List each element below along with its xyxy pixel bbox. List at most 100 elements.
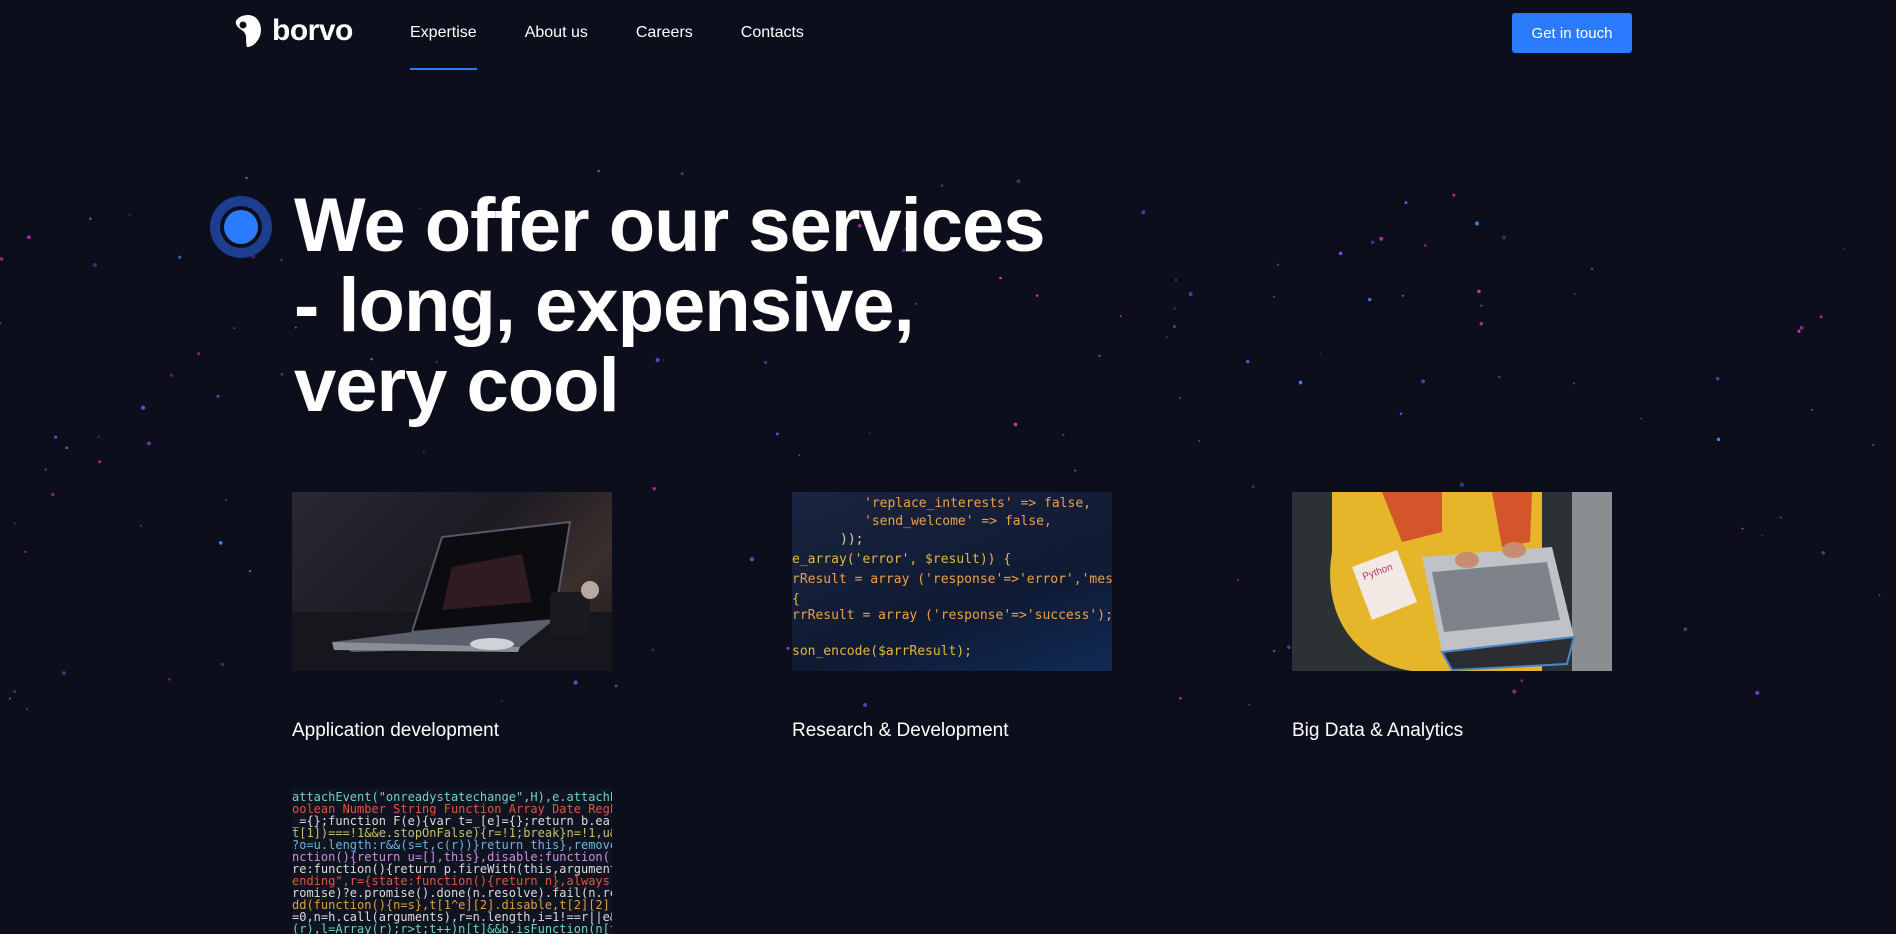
star-particle xyxy=(24,550,27,554)
get-in-touch-button[interactable]: Get in touch xyxy=(1512,13,1632,53)
star-particle xyxy=(1074,469,1077,472)
service-card-big-data-analytics[interactable]: Python Big Data & Analytics xyxy=(1292,492,1612,741)
service-title[interactable]: Research & Development xyxy=(792,720,1009,742)
star-particle xyxy=(1248,703,1251,706)
service-title[interactable]: Big Data & Analytics xyxy=(1292,720,1463,742)
star-particle xyxy=(1797,329,1801,333)
star-particle xyxy=(1276,263,1280,266)
star-particle xyxy=(1175,279,1177,281)
brand-logo[interactable]: borvo xyxy=(234,14,353,48)
star-particle xyxy=(224,498,228,502)
star-particle xyxy=(233,327,236,330)
star-particle xyxy=(65,446,69,450)
star-particle xyxy=(196,351,201,356)
star-particle xyxy=(0,257,4,261)
star-particle xyxy=(1370,240,1375,245)
star-particle xyxy=(1716,437,1721,442)
star-particle xyxy=(1501,235,1506,240)
star-particle xyxy=(26,708,28,711)
nav-item-expertise[interactable]: Expertise xyxy=(410,0,477,70)
star-particle xyxy=(786,646,790,650)
star-particle xyxy=(1683,627,1688,632)
star-particle xyxy=(248,570,252,573)
star-particle xyxy=(422,450,425,453)
star-particle xyxy=(1178,396,1182,400)
star-particle xyxy=(1399,412,1403,416)
star-particle xyxy=(1141,210,1146,215)
main-nav: Expertise About us Careers Contacts xyxy=(410,0,852,70)
site-header: borvo Expertise About us Careers Contact… xyxy=(0,0,1896,70)
star-particle xyxy=(1498,376,1501,379)
starfield-background xyxy=(0,169,1881,711)
star-particle xyxy=(500,700,503,703)
star-particle xyxy=(13,690,17,693)
star-particle xyxy=(1173,307,1176,310)
nav-item-about-us[interactable]: About us xyxy=(525,0,588,70)
service-card-4[interactable]: attachEvent("onreadystatechange",H),e.at… xyxy=(292,788,612,934)
star-particle xyxy=(1179,697,1182,700)
hero-title-line-1: We offer our services xyxy=(294,183,1046,268)
star-particle xyxy=(169,373,174,377)
star-particle xyxy=(1062,433,1065,436)
star-particle xyxy=(1573,293,1576,296)
star-particle xyxy=(651,648,655,651)
star-particle xyxy=(128,213,131,216)
star-particle xyxy=(1741,527,1744,530)
star-particle xyxy=(1878,594,1881,597)
nav-item-contacts[interactable]: Contacts xyxy=(741,0,804,70)
laptop-illustration xyxy=(292,520,612,671)
star-particle xyxy=(1424,244,1427,247)
javascript-code-image: attachEvent("onreadystatechange",H),e.at… xyxy=(292,788,612,934)
star-particle xyxy=(1404,201,1408,205)
service-title[interactable]: Application development xyxy=(292,720,499,742)
star-particle xyxy=(1474,221,1480,226)
star-particle xyxy=(280,258,283,261)
star-particle xyxy=(652,487,656,491)
laptop-on-desk-image xyxy=(292,492,612,671)
star-particle xyxy=(1298,380,1303,385)
star-particle xyxy=(1319,352,1322,355)
star-particle xyxy=(1272,295,1276,298)
star-particle xyxy=(1338,251,1343,256)
star-particle xyxy=(680,172,684,176)
star-particle xyxy=(1166,336,1168,339)
star-particle xyxy=(597,169,600,173)
star-particle xyxy=(218,541,223,545)
star-particle xyxy=(775,432,779,436)
person-with-laptop-illustration: Python xyxy=(1292,492,1612,671)
star-particle xyxy=(220,662,225,667)
star-particle xyxy=(798,454,801,457)
star-particle xyxy=(1821,551,1825,555)
star-particle xyxy=(88,217,92,221)
star-particle xyxy=(1452,193,1456,197)
star-particle xyxy=(1842,247,1845,250)
star-particle xyxy=(1512,689,1517,694)
star-particle xyxy=(573,680,578,685)
star-particle xyxy=(1459,482,1464,487)
hero-title: We offer our services - long, expensive,… xyxy=(294,186,1114,426)
star-particle xyxy=(1640,417,1643,420)
star-particle xyxy=(1479,321,1484,326)
star-particle xyxy=(8,697,11,700)
star-particle xyxy=(26,235,31,240)
person-with-laptop-image: Python xyxy=(1292,492,1612,671)
star-particle xyxy=(1715,376,1720,381)
service-card-application-development[interactable]: Application development xyxy=(292,492,612,741)
star-particle xyxy=(1810,408,1814,411)
star-particle xyxy=(1590,267,1594,271)
star-particle xyxy=(614,684,618,688)
star-particle xyxy=(1188,292,1193,297)
star-particle xyxy=(1379,236,1384,241)
star-particle xyxy=(1272,649,1276,653)
star-particle xyxy=(98,460,102,464)
star-particle xyxy=(44,468,47,471)
hero-title-line-2: - long, expensive, xyxy=(294,263,915,348)
star-particle xyxy=(1251,485,1255,489)
nav-item-careers[interactable]: Careers xyxy=(636,0,693,70)
star-particle xyxy=(280,372,284,376)
star-particle xyxy=(1368,297,1372,302)
star-particle xyxy=(1236,578,1239,581)
star-particle xyxy=(868,432,871,434)
star-particle xyxy=(61,671,66,676)
service-card-research-development[interactable]: 'replace_interests' => false, 'send_welc… xyxy=(792,492,1112,741)
